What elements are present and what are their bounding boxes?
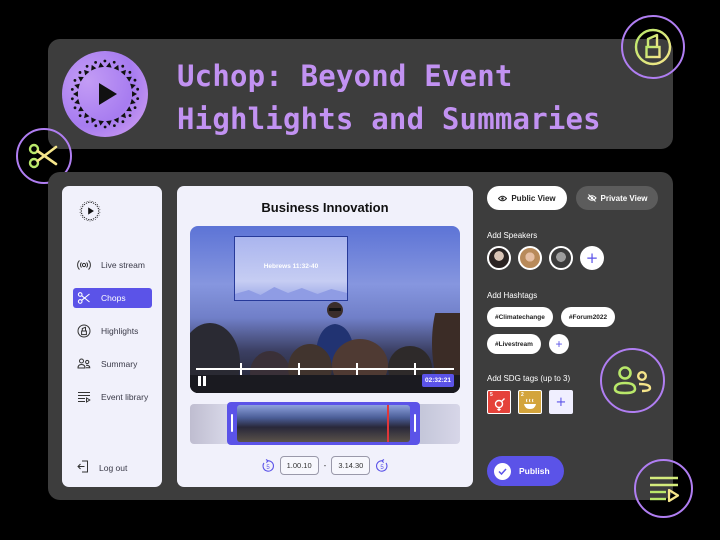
title-line-2: Highlights and Summaries bbox=[177, 102, 601, 136]
sidebar-item-event-library[interactable]: Event library bbox=[73, 387, 152, 407]
forward-5-icon: 5 bbox=[376, 458, 388, 472]
eye-icon bbox=[498, 195, 508, 201]
trim-separator: - bbox=[323, 461, 327, 470]
add-hashtag-button[interactable]: + bbox=[548, 334, 569, 354]
sdg-label: Add SDG tags (up to 3) bbox=[487, 374, 571, 383]
title-line-1: Uchop: Beyond Event bbox=[177, 59, 513, 93]
presentation-screen: Hebrews 11:32-40 bbox=[234, 236, 348, 301]
hashtag-chip[interactable]: #Climatechange bbox=[487, 307, 553, 327]
skip-back-5-button[interactable]: 5 bbox=[261, 458, 275, 473]
uchop-small-logo bbox=[79, 200, 101, 222]
hashtag-list: #Climatechange #Forum2022 #Livestream + bbox=[487, 307, 637, 354]
sidebar-item-label: Summary bbox=[101, 359, 138, 369]
scissors-icon bbox=[77, 291, 91, 305]
screen-text: Hebrews 11:32-40 bbox=[263, 263, 319, 270]
public-view-button[interactable]: Public View bbox=[487, 186, 567, 210]
highlight-icon bbox=[77, 324, 91, 338]
sidebar-nav: Live stream Chops Highlights Summary Eve… bbox=[73, 255, 152, 420]
sdg-tag-list: 5 2 + bbox=[487, 390, 573, 414]
logout-label: Log out bbox=[99, 462, 128, 473]
public-view-label: Public View bbox=[511, 193, 556, 203]
video-player[interactable]: Hebrews 11:32-40 02:32:21 bbox=[190, 226, 460, 393]
people-badge bbox=[600, 348, 665, 413]
playlist-icon bbox=[77, 390, 91, 404]
editor-card: Business Innovation Hebrews 11:32-40 02:… bbox=[177, 186, 473, 487]
video-scrubber[interactable] bbox=[196, 363, 454, 375]
sidebar-item-highlights[interactable]: Highlights bbox=[73, 321, 152, 341]
sidebar-item-label: Live stream bbox=[101, 260, 145, 270]
publish-button[interactable]: Publish bbox=[487, 456, 564, 486]
sidebar-item-label: Highlights bbox=[101, 326, 139, 336]
private-view-label: Private View bbox=[600, 193, 648, 203]
people-icon bbox=[77, 357, 91, 371]
sidebar-item-summary[interactable]: Summary bbox=[73, 354, 152, 374]
audience-crowd bbox=[190, 313, 460, 393]
sdg-gender-equality-tag[interactable]: 5 bbox=[487, 390, 511, 414]
add-sdg-button[interactable]: + bbox=[549, 390, 573, 414]
speaker-avatar[interactable] bbox=[487, 246, 511, 270]
sidebar-item-live-stream[interactable]: Live stream bbox=[73, 255, 152, 275]
timeline-filmstrip[interactable] bbox=[190, 402, 460, 445]
add-speaker-button[interactable]: + bbox=[580, 246, 604, 270]
broadcast-icon bbox=[77, 258, 91, 272]
chapter-marker[interactable] bbox=[414, 363, 416, 375]
rewind-5-icon: 5 bbox=[262, 458, 274, 472]
current-time-badge: 02:32:21 bbox=[421, 374, 454, 387]
event-title: Business Innovation bbox=[261, 200, 389, 215]
svg-text:5: 5 bbox=[381, 465, 385, 471]
sidebar: Live stream Chops Highlights Summary Eve… bbox=[62, 186, 162, 487]
hashtag-chip[interactable]: #Livestream bbox=[487, 334, 541, 354]
selected-clip bbox=[237, 405, 410, 442]
sidebar-item-chops[interactable]: Chops bbox=[73, 288, 152, 308]
private-view-button[interactable]: Private View bbox=[576, 186, 658, 210]
sidebar-item-label: Event library bbox=[101, 392, 149, 402]
trim-controls: 5 1.00.10 - 3.14.30 5 bbox=[177, 456, 473, 475]
page-title: Uchop: Beyond Event Highlights and Summa… bbox=[177, 55, 601, 141]
playlist-badge bbox=[634, 459, 693, 518]
trim-end-field[interactable]: 3.14.30 bbox=[331, 456, 371, 475]
hashtag-chip[interactable]: #Forum2022 bbox=[560, 307, 616, 327]
bowl-icon bbox=[524, 398, 536, 409]
speaker-avatar[interactable] bbox=[549, 246, 573, 270]
chapter-marker[interactable] bbox=[298, 363, 300, 375]
sidebar-item-label: Chops bbox=[101, 293, 126, 303]
pause-button[interactable] bbox=[198, 376, 207, 386]
speakers-list: + bbox=[487, 246, 604, 270]
chapter-marker[interactable] bbox=[356, 363, 358, 375]
uchop-logo bbox=[62, 51, 148, 137]
logout-button[interactable]: Log out bbox=[77, 458, 127, 477]
trim-selection[interactable] bbox=[227, 402, 420, 445]
scissors-icon bbox=[28, 143, 58, 169]
publish-label: Publish bbox=[519, 466, 550, 476]
lipstick-badge bbox=[621, 15, 685, 79]
playhead[interactable] bbox=[387, 405, 389, 442]
gender-equality-icon bbox=[494, 398, 505, 411]
logout-icon bbox=[77, 458, 89, 477]
eye-off-icon bbox=[586, 194, 597, 202]
skip-forward-5-button[interactable]: 5 bbox=[375, 458, 389, 473]
hashtags-label: Add Hashtags bbox=[487, 291, 538, 300]
trim-handle-right[interactable] bbox=[414, 414, 416, 432]
sdg-zero-hunger-tag[interactable]: 2 bbox=[518, 390, 542, 414]
chapter-marker[interactable] bbox=[240, 363, 242, 375]
svg-text:5: 5 bbox=[266, 465, 270, 471]
lipstick-icon bbox=[634, 28, 672, 66]
people-icon bbox=[613, 365, 651, 394]
trim-handle-left[interactable] bbox=[231, 414, 233, 432]
playlist-icon bbox=[649, 476, 679, 502]
play-ring-icon bbox=[70, 59, 140, 129]
speaker-avatar[interactable] bbox=[518, 246, 542, 270]
speakers-label: Add Speakers bbox=[487, 231, 538, 240]
checkmark-icon bbox=[494, 462, 511, 480]
trim-start-field[interactable]: 1.00.10 bbox=[279, 456, 319, 475]
